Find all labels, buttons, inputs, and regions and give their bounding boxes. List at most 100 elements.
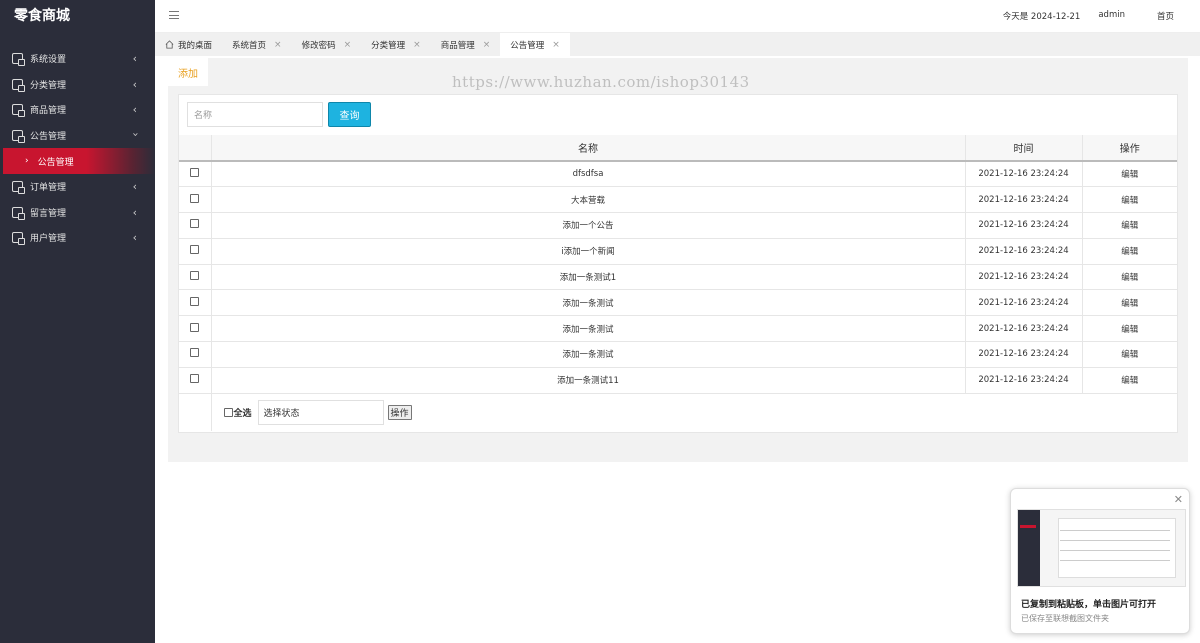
table-row: 添加一条测试11 2021-12-16 23:24:24 编辑	[179, 366, 1177, 394]
row-time: 2021-12-16 23:24:24	[964, 237, 1082, 265]
home-link[interactable]: 首页	[1157, 10, 1174, 22]
column-header-action: 操作	[1081, 135, 1177, 162]
screenshot-toast[interactable]: ✕ 已复制到粘贴板，单击图片可打开 已保存至联想截图文件夹	[1010, 488, 1190, 634]
sidebar-item-messages[interactable]: 留言管理 ‹	[0, 200, 155, 226]
row-name: 添加一条测试	[210, 289, 965, 316]
edit-link[interactable]: 编辑	[1081, 263, 1177, 290]
table-row: 添加一条测试 2021-12-16 23:24:24 编辑	[179, 315, 1177, 342]
close-icon[interactable]: ✕	[1174, 493, 1183, 506]
chevron-left-icon: ‹	[132, 77, 137, 91]
chevron-right-icon: ›	[25, 156, 29, 166]
sidebar-item-users[interactable]: 用户管理 ‹	[0, 225, 155, 251]
sidebar-item-category[interactable]: 分类管理 ‹	[0, 72, 155, 98]
sidebar-item-label: 订单管理	[30, 183, 67, 194]
row-name: 添加一条测试1	[210, 263, 965, 290]
user-name[interactable]: admin	[1098, 10, 1125, 22]
menu-toggle-icon[interactable]	[169, 11, 179, 19]
row-checkbox[interactable]	[190, 348, 200, 358]
status-select[interactable]: 选择状态	[257, 399, 384, 425]
close-icon[interactable]: ×	[344, 40, 352, 50]
tab-my-desktop[interactable]: 我的桌面	[155, 33, 222, 56]
row-checkbox[interactable]	[190, 245, 200, 255]
table-row: dfsdfsa 2021-12-16 23:24:24 编辑	[179, 160, 1177, 187]
edit-link[interactable]: 编辑	[1081, 289, 1177, 316]
sidebar-item-system-settings[interactable]: 系统设置 ‹	[0, 46, 155, 72]
chevron-left-icon: ‹	[132, 52, 137, 65]
list-panel: 名称 查询 名称 时间 操作 dfsdfsa 2021-12-16 23:24:…	[178, 94, 1178, 433]
edit-link[interactable]: 编辑	[1081, 160, 1177, 187]
tab-products[interactable]: 商品管理 ×	[431, 33, 501, 56]
search-button[interactable]: 查询	[328, 102, 371, 127]
row-checkbox[interactable]	[190, 168, 200, 178]
date-text: 今天是 2024-12-21	[1002, 12, 1081, 22]
row-name: i添加一个新闻	[210, 237, 965, 265]
chevron-left-icon: ‹	[132, 205, 137, 219]
row-checkbox[interactable]	[190, 271, 200, 281]
edit-link[interactable]: 编辑	[1081, 366, 1177, 394]
tab-change-password[interactable]: 修改密码 ×	[292, 33, 362, 56]
document-icon	[12, 206, 25, 220]
sidebar-item-announcements[interactable]: 公告管理 ‹	[0, 123, 155, 149]
table-row: 添加一个公告 2021-12-16 23:24:24 编辑	[179, 212, 1177, 239]
table-header-row: 名称 时间 操作	[179, 135, 1177, 162]
close-icon[interactable]: ×	[413, 40, 421, 50]
row-name: 添加一条测试	[210, 341, 965, 368]
tab-label: 分类管理	[371, 40, 406, 51]
tab-bar: 我的桌面 系统首页 × 修改密码 × 分类管理 × 商品管理 × 公告管理 ×	[155, 33, 1200, 56]
tab-label: 公告管理	[510, 40, 545, 51]
edit-link[interactable]: 编辑	[1081, 186, 1177, 213]
row-checkbox[interactable]	[190, 219, 200, 229]
row-name: dfsdfsa	[210, 160, 965, 187]
search-input[interactable]: 名称	[187, 102, 323, 127]
sidebar-item-label: 商品管理	[30, 106, 67, 117]
status-select-value: 选择状态	[263, 408, 300, 419]
tab-label: 修改密码	[301, 40, 336, 51]
row-time: 2021-12-16 23:24:24	[964, 263, 1082, 290]
table-row: 添加一条测试1 2021-12-16 23:24:24 编辑	[179, 263, 1177, 290]
edit-link[interactable]: 编辑	[1081, 212, 1177, 239]
tab-category[interactable]: 分类管理 ×	[361, 33, 431, 56]
operate-button[interactable]: 操作	[387, 404, 412, 420]
row-name: 添加一条测试11	[210, 366, 965, 394]
tab-label: 商品管理	[440, 40, 475, 51]
row-name: 添加一个公告	[210, 212, 965, 239]
column-header-time: 时间	[964, 135, 1082, 162]
edit-link[interactable]: 编辑	[1081, 341, 1177, 368]
sidebar-item-products[interactable]: 商品管理 ‹	[0, 97, 155, 123]
chevron-left-icon: ‹	[132, 103, 137, 116]
add-button[interactable]: 添加	[168, 58, 208, 86]
toast-title: 已复制到粘贴板，单击图片可打开	[1021, 600, 1157, 610]
row-checkbox[interactable]	[190, 193, 200, 203]
tab-label: 系统首页	[232, 40, 267, 51]
table-row: 大本营载 2021-12-16 23:24:24 编辑	[179, 186, 1177, 213]
search-placeholder: 名称	[194, 111, 213, 121]
edit-link[interactable]: 编辑	[1081, 315, 1177, 342]
row-time: 2021-12-16 23:24:24	[964, 315, 1082, 342]
close-icon[interactable]: ×	[274, 40, 282, 50]
row-checkbox[interactable]	[190, 296, 200, 306]
table-row: 添加一条测试 2021-12-16 23:24:24 编辑	[179, 341, 1177, 368]
screenshot-thumbnail[interactable]	[1017, 509, 1186, 587]
sidebar-item-label: 公告管理	[30, 131, 67, 142]
sidebar-item-orders[interactable]: 订单管理 ‹	[0, 174, 155, 200]
row-time: 2021-12-16 23:24:24	[964, 160, 1082, 187]
sidebar: 零食商城 系统设置 ‹ 分类管理 ‹ 商品管理 ‹ 公告管理 ‹ › 公告管理 …	[0, 0, 155, 643]
tab-system-home[interactable]: 系统首页 ×	[222, 33, 292, 56]
row-checkbox[interactable]	[190, 322, 200, 332]
column-header-name: 名称	[210, 135, 965, 162]
row-checkbox[interactable]	[190, 374, 200, 384]
sidebar-subitem-announcements[interactable]: › 公告管理	[3, 148, 155, 174]
row-name: 添加一条测试	[210, 315, 965, 342]
document-icon	[12, 232, 25, 246]
edit-link[interactable]: 编辑	[1081, 237, 1177, 265]
sidebar-item-label: 分类管理	[30, 80, 67, 91]
home-icon	[165, 40, 174, 49]
table-row: i添加一个新闻 2021-12-16 23:24:24 编辑	[179, 237, 1177, 265]
table-row: 添加一条测试 2021-12-16 23:24:24 编辑	[179, 289, 1177, 316]
app-title: 零食商城	[14, 8, 70, 24]
close-icon[interactable]: ×	[552, 40, 560, 50]
toast-subtitle: 已保存至联想截图文件夹	[1021, 614, 1109, 623]
close-icon[interactable]: ×	[483, 40, 491, 50]
tab-announcements[interactable]: 公告管理 ×	[500, 33, 570, 56]
select-all-checkbox[interactable]	[223, 407, 233, 417]
